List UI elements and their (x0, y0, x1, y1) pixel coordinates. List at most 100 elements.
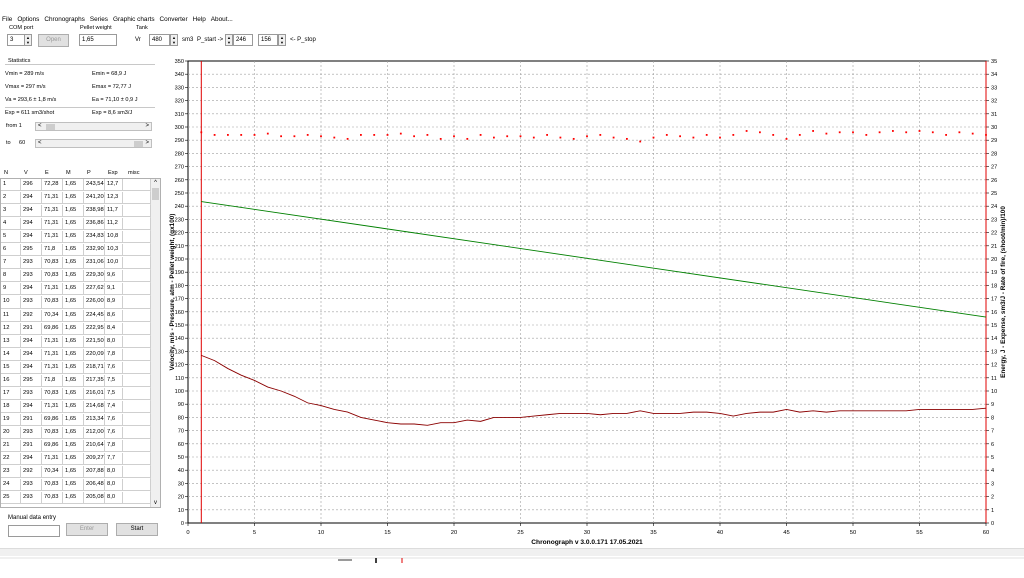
menu-item-3[interactable]: Series (90, 16, 108, 25)
scroll-up-icon[interactable]: ^ (151, 180, 160, 186)
com-port-field[interactable]: 3 (7, 34, 25, 46)
table-cell: 10,3 (105, 244, 123, 257)
table-row[interactable]: 5 294 71,31 1,65 234,83 10,8 (1, 231, 151, 244)
velocity-point (373, 134, 376, 136)
table-cell: 7,4 (105, 400, 123, 413)
table-row[interactable]: 11 292 70,34 1,65 224,45 8,6 (1, 309, 151, 322)
manual-entry-input[interactable] (8, 525, 60, 537)
table-row[interactable]: 2 294 71,31 1,65 241,20 12,3 (1, 192, 151, 205)
table-row[interactable]: 19 291 69,86 1,65 213,34 7,6 (1, 413, 151, 426)
table-cell: 1,65 (63, 348, 84, 361)
velocity-point (346, 137, 349, 140)
range-from-label: from 1 (6, 123, 22, 129)
table-cell: 210,64 (84, 440, 105, 452)
table-row[interactable]: 20 293 70,83 1,65 212,00 7,6 (1, 426, 151, 440)
open-button[interactable]: Open (38, 34, 69, 47)
y-tick-label-right: 15 (991, 323, 997, 329)
table-row[interactable]: 18 294 71,31 1,65 214,68 7,4 (1, 400, 151, 413)
velocity-point (639, 140, 642, 143)
table-row[interactable]: 4 294 71,31 1,65 236,86 11,2 (1, 218, 151, 231)
start-button[interactable]: Start (116, 523, 158, 536)
table-row[interactable]: 22 294 71,31 1,65 209,27 7,7 (1, 453, 151, 466)
column-header[interactable]: M (66, 170, 71, 176)
p-stop-spinner[interactable]: ▲ ▼ (278, 34, 286, 46)
column-header[interactable]: V (24, 170, 28, 176)
table-cell: 293 (21, 387, 42, 400)
velocity-point (759, 131, 761, 134)
enter-button[interactable]: Enter (66, 523, 108, 536)
scroll-left-icon[interactable]: < (38, 140, 42, 147)
scroll-left-icon[interactable]: < (38, 123, 42, 130)
slider-thumb[interactable] (46, 124, 55, 130)
slider-thumb[interactable] (134, 141, 143, 147)
table-cell (123, 179, 151, 191)
table-row[interactable]: 7 293 70,83 1,65 231,06 10,0 (1, 257, 151, 270)
menu-item-0[interactable]: File (2, 16, 12, 25)
pellet-weight-field[interactable]: 1,65 (79, 34, 117, 46)
y-tick-label-right: 27 (991, 165, 997, 171)
y-tick-label-left: 350 (175, 59, 184, 65)
table-row[interactable]: 15 294 71,31 1,65 218,71 7,6 (1, 361, 151, 374)
table-cell: 70,83 (42, 492, 63, 505)
p-start-spinner[interactable]: ▲ ▼ (225, 34, 233, 46)
column-header[interactable]: P (87, 170, 91, 176)
table-cell: 236,86 (84, 218, 105, 231)
table-row[interactable]: 10 293 70,83 1,65 226,00 8,9 (1, 296, 151, 309)
scroll-right-icon[interactable]: > (145, 123, 149, 130)
range-from-slider[interactable]: < > (35, 122, 152, 131)
table-row[interactable]: 12 291 69,86 1,65 222,95 8,4 (1, 322, 151, 335)
menu-bar: File Options Chronographs Series Graphic cha… (0, 16, 233, 25)
velocity-point (479, 134, 482, 136)
table-cell: 7,8 (105, 348, 123, 361)
table-cell: 22 (1, 453, 21, 466)
table-row[interactable]: 8 293 70,83 1,65 229,30 9,6 (1, 270, 151, 283)
table-row[interactable]: 13 294 71,31 1,65 221,50 8,0 (1, 335, 151, 348)
p-start-field[interactable]: 246 (233, 34, 253, 46)
table-row[interactable]: 1 296 72,28 1,65 243,54 12,7 (1, 179, 151, 192)
table-row[interactable]: 25 293 70,83 1,65 205,08 8,0 (1, 492, 151, 505)
vr-field[interactable]: 480 (149, 34, 170, 46)
y-tick-label-left: 150 (175, 323, 184, 329)
menu-item-4[interactable]: Graphic charts (113, 16, 155, 25)
column-header[interactable]: misc (128, 170, 140, 176)
table-row[interactable]: 21 291 69,86 1,65 210,64 7,8 (1, 440, 151, 453)
table-row[interactable]: 14 294 71,31 1,65 220,09 7,8 (1, 348, 151, 361)
x-tick-label: 20 (451, 530, 457, 536)
vr-spinner[interactable]: ▲ ▼ (170, 34, 178, 46)
menu-item-5[interactable]: Converter (160, 16, 188, 25)
scroll-down-icon[interactable]: v (151, 500, 160, 506)
table-row[interactable]: 24 293 70,83 1,65 206,48 8,0 (1, 479, 151, 492)
velocity-point (266, 132, 269, 135)
x-tick-label: 10 (318, 530, 324, 536)
menu-item-7[interactable]: About... (211, 16, 233, 25)
table-scrollbar[interactable]: ^ v (150, 179, 160, 507)
table-row[interactable]: 9 294 71,31 1,65 227,62 9,1 (1, 283, 151, 296)
menu-item-1[interactable]: Options (17, 16, 39, 25)
y-tick-label-right: 20 (991, 257, 997, 263)
column-header[interactable]: Exp (108, 170, 118, 176)
table-cell: 23 (1, 466, 21, 479)
table-cell: 8,0 (105, 479, 123, 492)
table-row[interactable]: 16 295 71,8 1,65 217,35 7,5 (1, 374, 151, 387)
range-to-slider[interactable]: < > (35, 139, 152, 148)
scrollbar-thumb[interactable] (152, 188, 159, 200)
menu-item-2[interactable]: Chronographs (44, 16, 85, 25)
table-cell: 8 (1, 270, 21, 283)
table-row[interactable]: 17 293 70,83 1,65 216,01 7,5 (1, 387, 151, 400)
y-tick-label-right: 2 (991, 495, 994, 501)
table-cell: 1,65 (63, 218, 84, 231)
table-row[interactable]: 23 292 70,34 1,65 207,88 8,0 (1, 466, 151, 479)
statistics-panel: Statistics Vmin = 289 m/s Vmax = 297 m/s… (0, 58, 158, 158)
y-tick-label-left: 260 (175, 178, 184, 184)
table-cell: 9,6 (105, 270, 123, 283)
y-tick-label-right: 11 (991, 376, 997, 382)
menu-item-6[interactable]: Help (193, 16, 206, 25)
table-row[interactable]: 3 294 71,31 1,65 238,98 11,7 (1, 205, 151, 218)
column-header[interactable]: E (45, 170, 49, 176)
table-cell: 291 (21, 322, 42, 335)
column-header[interactable]: N (4, 170, 8, 176)
p-stop-field[interactable]: 156 (258, 34, 278, 46)
table-row[interactable]: 6 295 71,8 1,65 232,90 10,3 (1, 244, 151, 257)
com-port-spinner[interactable]: ▲ ▼ (24, 34, 32, 46)
scroll-right-icon[interactable]: > (145, 140, 149, 147)
